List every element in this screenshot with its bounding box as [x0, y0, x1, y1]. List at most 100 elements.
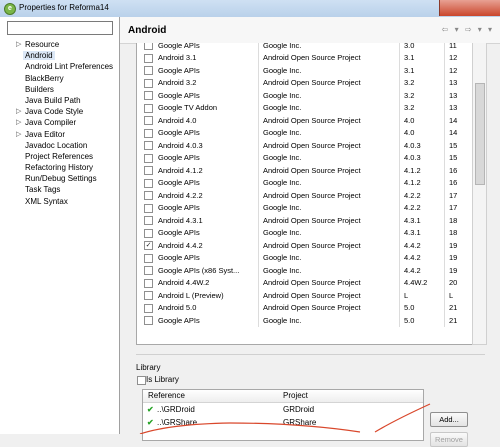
- nav-item-run-debug-settings[interactable]: Run/Debug Settings: [0, 173, 119, 184]
- history-nav-buttons[interactable]: ⇦ ▾ ⇨ ▾ ▾: [442, 25, 494, 34]
- expand-arrow-icon[interactable]: ▷: [16, 39, 21, 50]
- filter-input[interactable]: [7, 21, 113, 35]
- nav-item-android[interactable]: Android: [0, 50, 119, 61]
- expand-arrow-icon[interactable]: ▷: [16, 106, 21, 117]
- nav-item-label: BlackBerry: [25, 73, 64, 83]
- target-platform: 4.4.2: [404, 265, 421, 275]
- target-checkbox[interactable]: [144, 78, 153, 88]
- target-row[interactable]: Google APIs Google Inc. 4.1.2 16: [137, 176, 472, 189]
- target-row[interactable]: Android 4.1.2 Android Open Source Project…: [137, 164, 472, 177]
- target-checkbox[interactable]: [144, 166, 153, 175]
- target-table-scrollbar[interactable]: [472, 43, 487, 345]
- target-checkbox[interactable]: [144, 153, 153, 163]
- target-row[interactable]: Android 4.2.2 Android Open Source Project…: [137, 189, 472, 202]
- target-row[interactable]: Android 4.0.3 Android Open Source Project…: [137, 139, 472, 152]
- target-row[interactable]: Android 4.4W.2 Android Open Source Projec…: [137, 276, 472, 289]
- target-row[interactable]: Google APIs Google Inc. 3.2 13: [137, 89, 472, 102]
- nav-item-blackberry[interactable]: BlackBerry: [0, 73, 119, 84]
- expand-arrow-icon[interactable]: ▷: [16, 117, 21, 128]
- nav-item-java-editor[interactable]: ▷ Java Editor: [0, 129, 119, 140]
- nav-item-label: Builders: [25, 84, 54, 94]
- target-checkbox[interactable]: [144, 116, 153, 125]
- target-name: Google APIs: [158, 65, 200, 75]
- nav-item-label: Java Compiler: [25, 118, 77, 128]
- library-table-header: Reference Project: [143, 390, 423, 403]
- target-row[interactable]: Android 4.3.1 Android Open Source Project…: [137, 214, 472, 227]
- target-row[interactable]: Google APIs Google Inc. 3.1 12: [137, 64, 472, 77]
- nav-item-refactoring-history[interactable]: Refactoring History: [0, 162, 119, 173]
- target-platform: 4.4.2: [404, 253, 421, 263]
- target-checkbox[interactable]: [144, 141, 153, 150]
- target-checkbox[interactable]: [144, 91, 153, 100]
- nav-item-android-lint-preferences[interactable]: Android Lint Preferences: [0, 61, 119, 72]
- target-row[interactable]: Google APIs Google Inc. 3.0 11: [137, 43, 472, 52]
- add-library-button[interactable]: Add...: [430, 412, 468, 427]
- target-checkbox[interactable]: [144, 53, 153, 63]
- target-checkbox[interactable]: [144, 203, 153, 213]
- target-checkbox[interactable]: [144, 316, 153, 325]
- close-window-button[interactable]: [439, 0, 500, 16]
- target-checkbox[interactable]: [144, 66, 153, 75]
- scrollbar-thumb[interactable]: [475, 83, 485, 185]
- target-row[interactable]: Google APIs Google Inc. 4.3.1 18: [137, 226, 472, 239]
- nav-item-javadoc-location[interactable]: Javadoc Location: [0, 140, 119, 151]
- library-row[interactable]: ✔ ..\GRDroid GRDroid: [143, 404, 423, 416]
- target-platform: 4.0.3: [404, 153, 421, 163]
- target-name: Android 3.2: [158, 78, 197, 88]
- is-library-checkbox[interactable]: [137, 376, 146, 385]
- target-row[interactable]: Android L (Preview) Android Open Source P…: [137, 289, 472, 302]
- target-api-level: 12: [449, 65, 458, 75]
- target-platform: 3.1: [404, 65, 415, 75]
- target-checkbox[interactable]: [144, 278, 153, 288]
- target-api-level: 19: [449, 253, 458, 263]
- library-row[interactable]: ✔ ..\GRShare GRShare: [143, 417, 423, 429]
- target-row[interactable]: ✓ Android 4.4.2 Android Open Source Projec…: [137, 239, 472, 252]
- target-platform: 3.2: [404, 90, 415, 100]
- target-row[interactable]: Google TV Addon Google Inc. 3.2 13: [137, 101, 472, 114]
- target-checkbox[interactable]: [144, 303, 153, 313]
- target-row[interactable]: Google APIs Google Inc. 4.2.2 17: [137, 201, 472, 214]
- nav-item-java-build-path[interactable]: Java Build Path: [0, 95, 119, 106]
- target-checkbox[interactable]: [144, 253, 153, 263]
- target-checkbox[interactable]: [144, 191, 153, 200]
- nav-item-task-tags[interactable]: Task Tags: [0, 184, 119, 195]
- target-checkbox[interactable]: ✓: [144, 241, 153, 250]
- nav-item-xml-syntax[interactable]: XML Syntax: [0, 196, 119, 207]
- target-checkbox[interactable]: [144, 216, 153, 225]
- target-platform: 4.0.3: [404, 140, 421, 150]
- target-row[interactable]: Android 3.2 Android Open Source Project 3.…: [137, 76, 472, 89]
- nav-item-resource[interactable]: ▷ Resource: [0, 39, 119, 50]
- target-checkbox[interactable]: [144, 291, 153, 300]
- target-platform: 4.4.2: [404, 240, 421, 250]
- remove-library-button[interactable]: Remove: [430, 432, 468, 447]
- nav-item-java-compiler[interactable]: ▷ Java Compiler: [0, 117, 119, 128]
- build-target-table: Google APIs Google Inc. 3.0 11 Android 3.1 An…: [136, 43, 473, 345]
- target-api-level: 18: [449, 215, 458, 225]
- target-row[interactable]: Google APIs Google Inc. 4.0 14: [137, 126, 472, 139]
- target-checkbox[interactable]: [144, 266, 153, 275]
- target-checkbox[interactable]: [144, 128, 153, 138]
- target-row[interactable]: Google APIs Google Inc. 4.4.2 19: [137, 251, 472, 264]
- expand-arrow-icon[interactable]: ▷: [16, 129, 21, 140]
- target-row[interactable]: Android 3.1 Android Open Source Project 3.…: [137, 51, 472, 64]
- target-name: Google APIs: [158, 153, 200, 163]
- target-vendor: Google Inc.: [263, 90, 302, 100]
- target-row[interactable]: Google APIs (x86 Syst... Google Inc. 4.4.2…: [137, 264, 472, 277]
- target-platform: 4.1.2: [404, 165, 421, 175]
- target-checkbox[interactable]: [144, 43, 153, 50]
- target-api-level: 15: [449, 153, 458, 163]
- target-row[interactable]: Android 5.0 Android Open Source Project 5.…: [137, 301, 472, 314]
- target-row[interactable]: Android 4.0 Android Open Source Project 4.…: [137, 114, 472, 127]
- target-api-level: 13: [449, 78, 458, 88]
- target-checkbox[interactable]: [144, 178, 153, 188]
- target-name: Google APIs: [158, 228, 200, 238]
- nav-item-label: Java Editor: [25, 129, 66, 139]
- target-row[interactable]: Google APIs Google Inc. 4.0.3 15: [137, 151, 472, 164]
- nav-item-project-references[interactable]: Project References: [0, 151, 119, 162]
- target-checkbox[interactable]: [144, 228, 153, 238]
- nav-item-builders[interactable]: Builders: [0, 84, 119, 95]
- nav-item-java-code-style[interactable]: ▷ Java Code Style: [0, 106, 119, 117]
- target-checkbox[interactable]: [144, 103, 153, 113]
- target-row[interactable]: Google APIs Google Inc. 5.0 21: [137, 314, 472, 327]
- project-column-header: Project: [283, 391, 308, 400]
